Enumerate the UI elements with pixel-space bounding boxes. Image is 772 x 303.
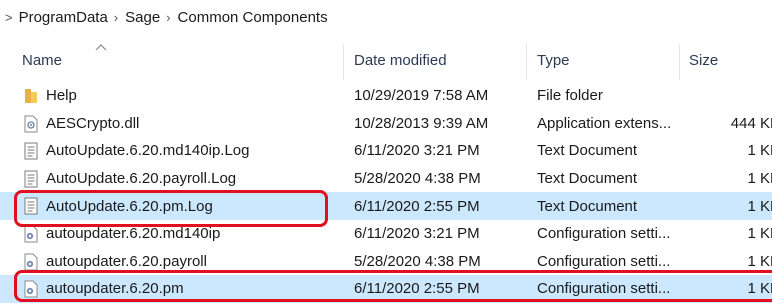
breadcrumb-item-common-components[interactable]: Common Components: [178, 9, 328, 26]
file-type: Text Document: [537, 197, 638, 215]
file-row-selected[interactable]: AutoUpdate.6.20.pm.Log 6/11/2020 2:55 PM…: [0, 192, 772, 220]
file-date: 5/28/2020 4:38 PM: [354, 252, 481, 270]
column-header-name[interactable]: Name: [22, 40, 62, 80]
file-size: 1 KB: [747, 280, 772, 298]
breadcrumb-expand-icon[interactable]: >: [5, 10, 13, 25]
column-divider[interactable]: [526, 44, 527, 80]
file-row[interactable]: AutoUpdate.6.20.md140ip.Log 6/11/2020 3:…: [0, 137, 772, 165]
file-size: 1 KB: [747, 225, 772, 243]
file-name: Help: [46, 87, 77, 105]
file-row[interactable]: autoupdater.6.20.md140ip 6/11/2020 3:21 …: [0, 220, 772, 248]
file-type: Text Document: [537, 142, 638, 160]
file-row-selected[interactable]: autoupdater.6.20.pm 6/11/2020 2:55 PM Co…: [0, 275, 772, 303]
column-header-row: Name Date modified Type Size: [0, 40, 772, 80]
file-size: 1 KB: [747, 142, 772, 160]
breadcrumb-separator-icon[interactable]: ›: [166, 10, 170, 25]
file-list: Help 10/29/2019 7:58 AM File folder AESC…: [0, 82, 772, 303]
column-header-date[interactable]: Date modified: [354, 40, 447, 80]
text-file-icon: [24, 142, 38, 160]
config-file-icon: [24, 280, 38, 298]
config-file-icon: [24, 225, 38, 243]
folder-icon: [25, 89, 37, 103]
file-name: AutoUpdate.6.20.md140ip.Log: [46, 142, 250, 160]
file-name: autoupdater.6.20.payroll: [46, 252, 207, 270]
file-row[interactable]: AutoUpdate.6.20.payroll.Log 5/28/2020 4:…: [0, 165, 772, 193]
column-header-size[interactable]: Size: [689, 40, 718, 80]
file-name: autoupdater.6.20.pm: [46, 280, 184, 298]
dll-file-icon: [24, 115, 38, 133]
file-type: Configuration setti...: [537, 280, 671, 298]
file-name: AESCrypto.dll: [46, 114, 140, 132]
file-date: 5/28/2020 4:38 PM: [354, 170, 481, 188]
file-name: AutoUpdate.6.20.pm.Log: [46, 197, 213, 215]
breadcrumb-item-programdata[interactable]: ProgramData: [19, 9, 108, 26]
file-row[interactable]: autoupdater.6.20.payroll 5/28/2020 4:38 …: [0, 248, 772, 276]
file-date: 6/11/2020 3:21 PM: [354, 142, 480, 160]
column-header-name-label: Name: [22, 51, 63, 69]
breadcrumb: > ProgramData › Sage › Common Components: [0, 0, 772, 34]
breadcrumb-item-sage[interactable]: Sage: [125, 9, 160, 26]
column-header-type-label: Type: [537, 51, 570, 69]
file-row[interactable]: Help 10/29/2019 7:58 AM File folder: [0, 82, 772, 110]
text-file-icon: [24, 170, 38, 188]
column-divider[interactable]: [343, 44, 344, 80]
file-type: File folder: [537, 87, 603, 105]
column-header-size-label: Size: [689, 51, 719, 69]
column-divider[interactable]: [679, 44, 680, 80]
file-name: AutoUpdate.6.20.payroll.Log: [46, 170, 237, 188]
sort-ascending-icon: [95, 44, 107, 51]
column-header-date-label: Date modified: [354, 51, 447, 69]
column-header-type[interactable]: Type: [537, 40, 570, 80]
text-file-icon: [24, 197, 38, 215]
file-size: 1 KB: [747, 170, 772, 188]
file-name: autoupdater.6.20.md140ip: [46, 225, 221, 243]
file-date: 6/11/2020 2:55 PM: [354, 280, 480, 298]
file-date: 10/28/2013 9:39 AM: [354, 114, 489, 132]
file-size: [660, 82, 772, 110]
file-type: Text Document: [537, 170, 638, 188]
file-row[interactable]: AESCrypto.dll 10/28/2013 9:39 AM Applica…: [0, 110, 772, 138]
file-type: Configuration setti...: [537, 252, 671, 270]
file-date: 6/11/2020 2:55 PM: [354, 197, 480, 215]
file-size: 444 KB: [730, 114, 772, 132]
file-date: 6/11/2020 3:21 PM: [354, 225, 480, 243]
file-date: 10/29/2019 7:58 AM: [354, 87, 489, 105]
config-file-icon: [24, 253, 38, 271]
file-size: 1 KB: [747, 252, 772, 270]
file-type: Application extens...: [537, 114, 672, 132]
breadcrumb-separator-icon[interactable]: ›: [114, 10, 118, 25]
file-size: 1 KB: [747, 197, 772, 215]
file-type: Configuration setti...: [537, 225, 671, 243]
